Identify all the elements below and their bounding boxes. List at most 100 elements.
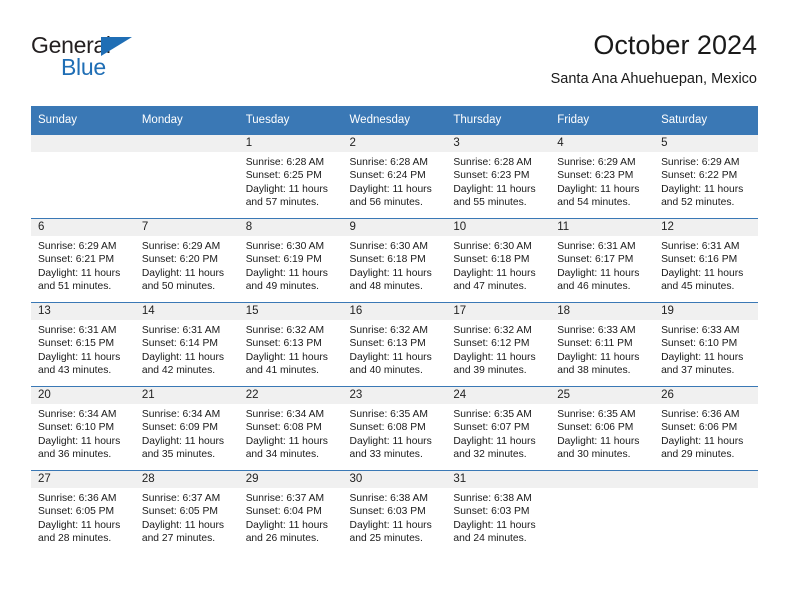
calendar-day-cell[interactable]: 14 Sunrise: 6:31 AM Sunset: 6:14 PM Dayligh… xyxy=(134,302,239,387)
daylight-text-line1: Daylight: 11 hours xyxy=(245,267,328,279)
sunset-text: Sunset: 6:08 PM xyxy=(245,422,322,434)
calendar-day-cell[interactable]: 30 Sunrise: 6:38 AM Sunset: 6:03 PM Dayligh… xyxy=(342,470,447,554)
calendar-day-cell[interactable]: 31 Sunrise: 6:38 AM Sunset: 6:03 PM Dayligh… xyxy=(446,470,551,554)
daylight-text-line1: Daylight: 11 hours xyxy=(453,183,536,195)
daylight-text-line2: and 42 minutes. xyxy=(141,364,216,376)
day-details: Sunrise: 6:33 AM Sunset: 6:11 PM Daylight:… xyxy=(550,320,654,377)
calendar-day-cell[interactable]: 25 Sunrise: 6:35 AM Sunset: 6:06 PM Dayligh… xyxy=(550,386,655,471)
day-number: 4 xyxy=(550,135,655,152)
calendar-day-cell[interactable]: 22 Sunrise: 6:34 AM Sunset: 6:08 PM Dayligh… xyxy=(238,386,343,471)
daylight-text-line1: Daylight: 11 hours xyxy=(245,435,328,447)
daylight-text-line2: and 26 minutes. xyxy=(245,532,319,544)
sunset-text: Sunset: 6:03 PM xyxy=(453,506,530,518)
day-details: Sunrise: 6:29 AM Sunset: 6:23 PM Daylight:… xyxy=(550,152,654,209)
calendar-day-cell[interactable]: 16 Sunrise: 6:32 AM Sunset: 6:13 PM Dayligh… xyxy=(342,302,447,387)
day-number: 31 xyxy=(446,471,551,488)
day-number: 26 xyxy=(654,387,758,404)
calendar-day-cell[interactable]: 4 Sunrise: 6:29 AM Sunset: 6:23 PM Daylight… xyxy=(550,134,655,219)
sunset-text: Sunset: 6:10 PM xyxy=(38,422,115,434)
day-details: Sunrise: 6:38 AM Sunset: 6:03 PM Daylight:… xyxy=(343,488,447,545)
day-number xyxy=(134,135,239,152)
weekday-header-sunday: Sunday xyxy=(31,106,135,135)
calendar-day-cell[interactable]: 23 Sunrise: 6:35 AM Sunset: 6:08 PM Dayligh… xyxy=(342,386,447,471)
page-subtitle: Santa Ana Ahuehuepan, Mexico xyxy=(550,71,757,87)
sunset-text: Sunset: 6:03 PM xyxy=(349,506,426,518)
day-details: Sunrise: 6:34 AM Sunset: 6:09 PM Daylight:… xyxy=(135,404,239,461)
calendar-day-cell[interactable]: 27 Sunrise: 6:36 AM Sunset: 6:05 PM Dayligh… xyxy=(31,470,135,554)
weekday-header-monday: Monday xyxy=(134,106,239,135)
daylight-text-line2: and 48 minutes. xyxy=(349,280,423,292)
calendar-day-cell[interactable]: 6 Sunrise: 6:29 AM Sunset: 6:21 PM Daylight… xyxy=(31,218,135,303)
sunrise-text: Sunrise: 6:31 AM xyxy=(661,241,740,252)
day-number: 22 xyxy=(238,387,343,404)
day-details: Sunrise: 6:31 AM Sunset: 6:15 PM Daylight:… xyxy=(31,320,135,377)
calendar-day-cell[interactable]: 12 Sunrise: 6:31 AM Sunset: 6:16 PM Dayligh… xyxy=(654,218,758,303)
calendar-day-cell[interactable]: 24 Sunrise: 6:35 AM Sunset: 6:07 PM Dayligh… xyxy=(446,386,551,471)
calendar-day-cell[interactable]: 10 Sunrise: 6:30 AM Sunset: 6:18 PM Dayligh… xyxy=(446,218,551,303)
sunset-text: Sunset: 6:24 PM xyxy=(349,170,426,182)
calendar-day-cell[interactable]: 28 Sunrise: 6:37 AM Sunset: 6:05 PM Dayligh… xyxy=(134,470,239,554)
calendar-day-cell[interactable]: 8 Sunrise: 6:30 AM Sunset: 6:19 PM Daylight… xyxy=(238,218,343,303)
calendar-day-cell[interactable]: 3 Sunrise: 6:28 AM Sunset: 6:23 PM Daylight… xyxy=(446,134,551,219)
sunrise-text: Sunrise: 6:29 AM xyxy=(661,157,740,168)
calendar-day-cell[interactable]: 19 Sunrise: 6:33 AM Sunset: 6:10 PM Dayligh… xyxy=(654,302,758,387)
day-details: Sunrise: 6:35 AM Sunset: 6:07 PM Daylight:… xyxy=(446,404,550,461)
calendar-day-cell[interactable]: 11 Sunrise: 6:31 AM Sunset: 6:17 PM Dayligh… xyxy=(550,218,655,303)
calendar-week-row: 6 Sunrise: 6:29 AM Sunset: 6:21 PM Daylight… xyxy=(31,218,758,303)
day-number: 23 xyxy=(342,387,447,404)
sunrise-text: Sunrise: 6:30 AM xyxy=(349,241,428,252)
sunset-text: Sunset: 6:09 PM xyxy=(141,422,218,434)
calendar-day-cell[interactable]: 21 Sunrise: 6:34 AM Sunset: 6:09 PM Dayligh… xyxy=(134,386,239,471)
daylight-text-line1: Daylight: 11 hours xyxy=(245,183,328,195)
day-number: 12 xyxy=(654,219,758,236)
daylight-text-line2: and 43 minutes. xyxy=(38,364,112,376)
day-number: 18 xyxy=(550,303,655,320)
calendar-day-cell[interactable]: 17 Sunrise: 6:32 AM Sunset: 6:12 PM Dayligh… xyxy=(446,302,551,387)
daylight-text-line1: Daylight: 11 hours xyxy=(349,267,432,279)
calendar-day-cell[interactable]: 13 Sunrise: 6:31 AM Sunset: 6:15 PM Dayligh… xyxy=(31,302,135,387)
sunrise-text: Sunrise: 6:38 AM xyxy=(349,493,428,504)
calendar-day-cell-empty xyxy=(31,134,135,219)
sunset-text: Sunset: 6:05 PM xyxy=(141,506,218,518)
calendar-day-cell[interactable]: 2 Sunrise: 6:28 AM Sunset: 6:24 PM Daylight… xyxy=(342,134,447,219)
sunset-text: Sunset: 6:14 PM xyxy=(141,338,218,350)
sunset-text: Sunset: 6:18 PM xyxy=(349,254,426,266)
calendar-day-cell[interactable]: 20 Sunrise: 6:34 AM Sunset: 6:10 PM Dayligh… xyxy=(31,386,135,471)
calendar-day-cell[interactable]: 15 Sunrise: 6:32 AM Sunset: 6:13 PM Dayligh… xyxy=(238,302,343,387)
calendar-week-row: 20 Sunrise: 6:34 AM Sunset: 6:10 PM Dayligh… xyxy=(31,386,758,471)
sunset-text: Sunset: 6:04 PM xyxy=(245,506,322,518)
calendar-day-cell[interactable]: 29 Sunrise: 6:37 AM Sunset: 6:04 PM Dayligh… xyxy=(238,470,343,554)
sunrise-text: Sunrise: 6:28 AM xyxy=(453,157,532,168)
daylight-text-line2: and 35 minutes. xyxy=(141,448,216,460)
weekday-header-wednesday: Wednesday xyxy=(342,106,447,135)
daylight-text-line2: and 37 minutes. xyxy=(661,364,735,376)
sunset-text: Sunset: 6:05 PM xyxy=(38,506,115,518)
sunrise-text: Sunrise: 6:31 AM xyxy=(38,325,117,336)
daylight-text-line2: and 51 minutes. xyxy=(38,280,112,292)
daylight-text-line1: Daylight: 11 hours xyxy=(453,267,536,279)
day-details: Sunrise: 6:29 AM Sunset: 6:20 PM Daylight:… xyxy=(135,236,239,293)
day-number: 24 xyxy=(446,387,551,404)
sunrise-text: Sunrise: 6:38 AM xyxy=(453,493,532,504)
day-details: Sunrise: 6:34 AM Sunset: 6:08 PM Daylight:… xyxy=(239,404,343,461)
day-number: 27 xyxy=(31,471,135,488)
sunset-text: Sunset: 6:06 PM xyxy=(557,422,634,434)
daylight-text-line1: Daylight: 11 hours xyxy=(557,183,640,195)
calendar-day-cell-empty xyxy=(134,134,239,219)
day-number: 14 xyxy=(134,303,239,320)
day-details: Sunrise: 6:30 AM Sunset: 6:18 PM Daylight:… xyxy=(343,236,447,293)
calendar-week-row: 13 Sunrise: 6:31 AM Sunset: 6:15 PM Dayligh… xyxy=(31,302,758,387)
day-number: 11 xyxy=(550,219,655,236)
calendar-day-cell[interactable]: 5 Sunrise: 6:29 AM Sunset: 6:22 PM Daylight… xyxy=(654,134,758,219)
calendar-day-cell[interactable]: 9 Sunrise: 6:30 AM Sunset: 6:18 PM Daylight… xyxy=(342,218,447,303)
sunrise-text: Sunrise: 6:28 AM xyxy=(349,157,428,168)
sunrise-text: Sunrise: 6:37 AM xyxy=(141,493,221,504)
calendar-day-cell[interactable]: 26 Sunrise: 6:36 AM Sunset: 6:06 PM Dayligh… xyxy=(654,386,758,471)
daylight-text-line1: Daylight: 11 hours xyxy=(38,519,121,531)
calendar-day-cell[interactable]: 7 Sunrise: 6:29 AM Sunset: 6:20 PM Daylight… xyxy=(134,218,239,303)
daylight-text-line2: and 41 minutes. xyxy=(245,364,319,376)
sunset-text: Sunset: 6:19 PM xyxy=(245,254,322,266)
calendar-day-cell[interactable]: 1 Sunrise: 6:28 AM Sunset: 6:25 PM Daylight… xyxy=(238,134,343,219)
calendar-day-cell[interactable]: 18 Sunrise: 6:33 AM Sunset: 6:11 PM Dayligh… xyxy=(550,302,655,387)
daylight-text-line2: and 45 minutes. xyxy=(661,280,735,292)
